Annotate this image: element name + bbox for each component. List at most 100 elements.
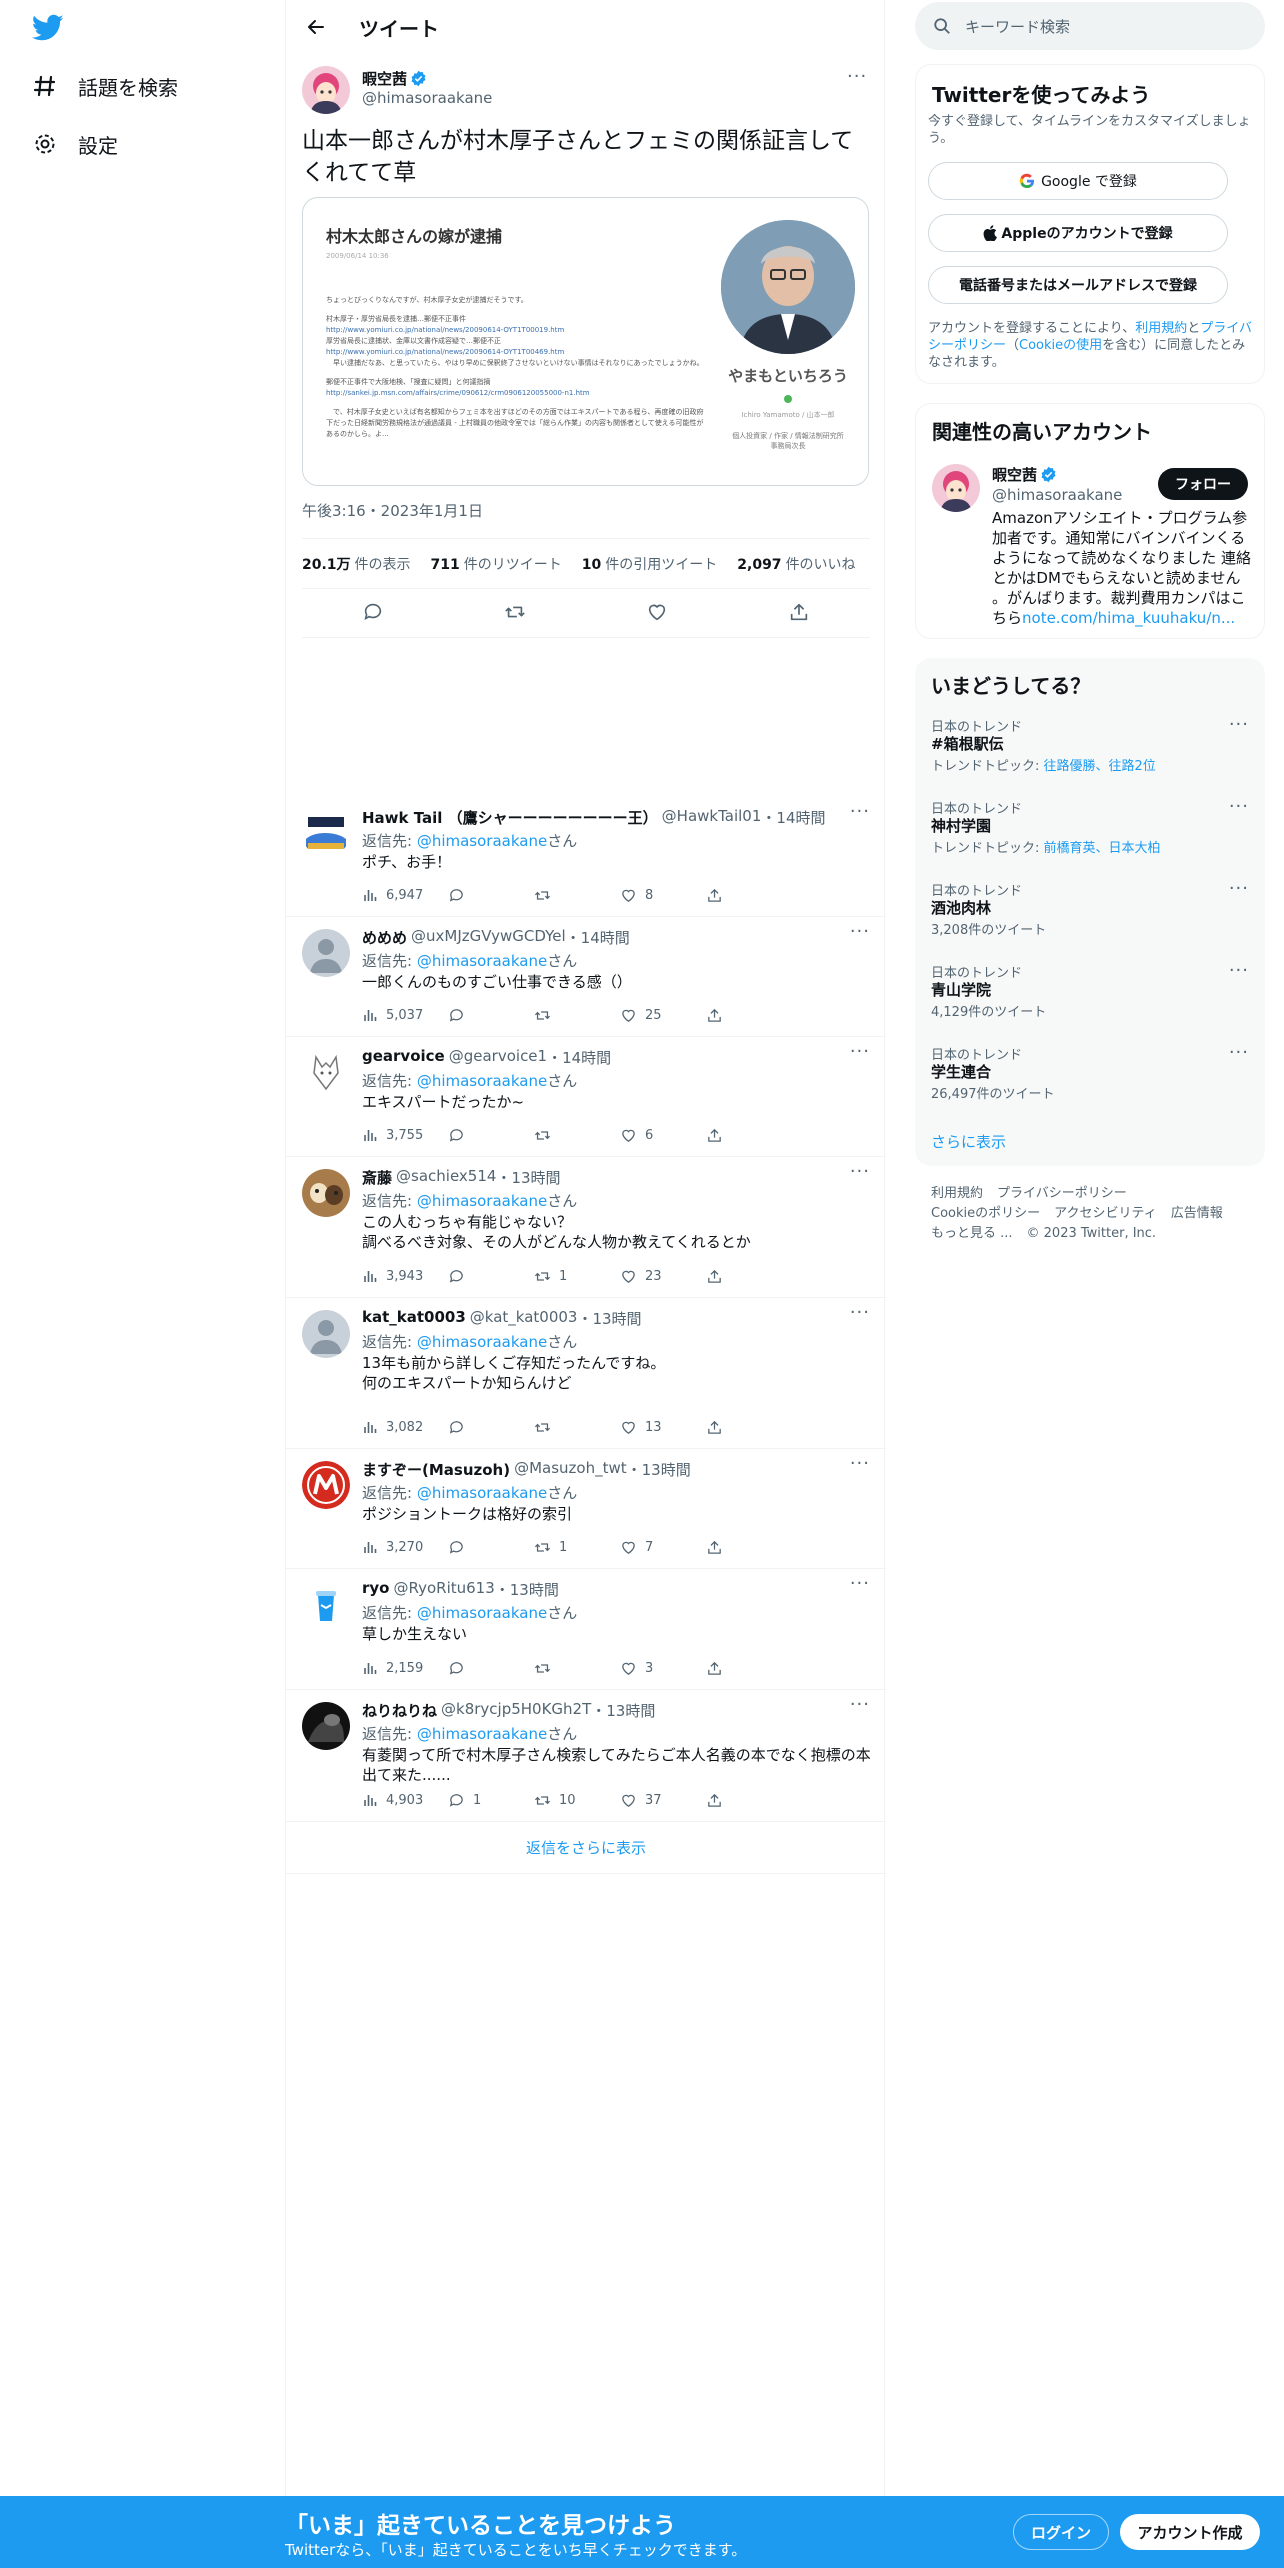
reply-button[interactable]	[448, 1266, 534, 1286]
like-button[interactable]: 8	[620, 885, 706, 905]
retweet-button[interactable]: 10	[534, 1790, 620, 1810]
share-button[interactable]	[706, 1417, 792, 1437]
views-button[interactable]: 3,943	[362, 1266, 448, 1286]
more-options-icon[interactable]: ···	[1229, 880, 1249, 898]
reply-avatar[interactable]	[302, 1702, 350, 1750]
more-options-icon[interactable]: ···	[850, 1043, 870, 1061]
share-button[interactable]	[706, 1790, 792, 1810]
reply-avatar[interactable]	[302, 809, 350, 857]
reply-button[interactable]	[448, 1125, 534, 1145]
author-avatar[interactable]	[302, 66, 350, 114]
reply-author-name[interactable]: ますぞー(Masuzoh)	[362, 1459, 510, 1480]
more-options-icon[interactable]: ···	[850, 803, 870, 821]
reply-tweet[interactable]: ryo @RyoRitu613 ・13時間 ··· 返信先: @himasoraakan…	[286, 1569, 886, 1690]
reply-time[interactable]: ・13時間	[591, 1700, 655, 1721]
trend-item[interactable]: 日本のトレンド 神村学園 トレンドトピック: 前橋育英、日本大柏 ···	[915, 798, 1265, 880]
reply-tweet[interactable]: ますぞー(Masuzoh) @Masuzoh_twt ・13時間 ··· 返信先: @h…	[286, 1449, 886, 1569]
reply-avatar[interactable]	[302, 1581, 350, 1629]
author-name[interactable]: 暇空茜	[362, 68, 427, 89]
reply-time[interactable]: ・13時間	[627, 1459, 691, 1480]
reply-time[interactable]: ・14時間	[547, 1047, 611, 1068]
retweet-button[interactable]	[534, 1125, 620, 1145]
share-button[interactable]	[706, 1537, 792, 1557]
reply-time[interactable]: ・13時間	[577, 1308, 641, 1329]
twitter-logo-icon[interactable]	[31, 14, 64, 42]
tweet-timestamp[interactable]: 午後3:16・2023年1月1日	[302, 500, 483, 521]
trend-item[interactable]: 日本のトレンド 青山学院 4,129件のツイート ···	[915, 962, 1265, 1044]
reply-author-handle[interactable]: @k8rycjp5H0KGh2T	[441, 1700, 591, 1721]
google-signup-button[interactable]: Google で登録	[928, 162, 1228, 200]
search-box[interactable]: キーワード検索	[915, 2, 1265, 50]
reply-tweet[interactable]: kat_kat0003 @kat_kat0003 ・13時間 ··· 返信先: @him…	[286, 1298, 886, 1449]
trend-topic-link[interactable]: 前橋育英、日本大柏	[1044, 841, 1161, 856]
reply-tweet[interactable]: Hawk Tail （鷹シャーーーーーーーー王） @HawkTail01 ・14時間…	[286, 797, 886, 917]
share-icon[interactable]	[788, 601, 810, 627]
share-button[interactable]	[706, 1125, 792, 1145]
reply-time[interactable]: ・13時間	[495, 1579, 559, 1600]
reply-author-name[interactable]: kat_kat0003	[362, 1308, 466, 1329]
footer-cookie[interactable]: Cookieのポリシー	[931, 1206, 1040, 1221]
retweet-button[interactable]	[534, 1005, 620, 1025]
more-options-icon[interactable]: ···	[850, 1696, 870, 1714]
more-options-icon[interactable]: ···	[850, 923, 870, 941]
trend-item[interactable]: 日本のトレンド 学生連合 26,497件のツイート ···	[915, 1044, 1265, 1126]
related-avatar[interactable]	[932, 464, 980, 512]
reply-button[interactable]	[448, 1537, 534, 1557]
like-button[interactable]: 25	[620, 1005, 706, 1025]
views-button[interactable]: 3,755	[362, 1125, 448, 1145]
show-more-replies-button[interactable]: 返信をさらに表示	[286, 1822, 886, 1874]
reply-to-mention[interactable]: @himasoraakane	[417, 832, 547, 850]
reply-author-handle[interactable]: @gearvoice1	[449, 1047, 547, 1068]
more-options-icon[interactable]: ···	[850, 1575, 870, 1593]
share-button[interactable]	[706, 885, 792, 905]
reply-button[interactable]	[448, 885, 534, 905]
reply-tweet[interactable]: gearvoice @gearvoice1 ・14時間 ··· 返信先: @himaso…	[286, 1037, 886, 1157]
reply-button[interactable]	[448, 1005, 534, 1025]
reply-tweet[interactable]: めめめ @uxMJzGVywGCDYel ・14時間 ··· 返信先: @himasor…	[286, 917, 886, 1037]
reply-button[interactable]	[448, 1417, 534, 1437]
reply-author-handle[interactable]: @kat_kat0003	[470, 1308, 578, 1329]
retweet-button[interactable]	[534, 1417, 620, 1437]
back-arrow-icon[interactable]	[300, 12, 332, 42]
reply-author-name[interactable]: Hawk Tail （鷹シャーーーーーーーー王）	[362, 807, 658, 828]
retweets-stat[interactable]: 711 件のリツイート	[431, 554, 562, 574]
reply-author-handle[interactable]: @sachiex514	[396, 1167, 496, 1188]
share-button[interactable]	[706, 1266, 792, 1286]
signup-button[interactable]: アカウント作成	[1120, 2514, 1260, 2550]
like-button[interactable]: 13	[620, 1417, 706, 1437]
share-button[interactable]	[706, 1005, 792, 1025]
reply-to-mention[interactable]: @himasoraakane	[417, 1604, 547, 1622]
reply-to-mention[interactable]: @himasoraakane	[417, 1484, 547, 1502]
trend-item[interactable]: 日本のトレンド #箱根駅伝 トレンドトピック: 往路優勝、往路2位 ···	[915, 716, 1265, 798]
footer-more[interactable]: もっと見る ...	[931, 1226, 1013, 1241]
reply-avatar[interactable]	[302, 1169, 350, 1217]
more-options-icon[interactable]: ···	[1229, 962, 1249, 980]
reply-avatar[interactable]	[302, 1049, 350, 1097]
like-button[interactable]: 6	[620, 1125, 706, 1145]
reply-time[interactable]: ・14時間	[566, 927, 630, 948]
reply-to-mention[interactable]: @himasoraakane	[417, 952, 547, 970]
reply-author-name[interactable]: 斎藤	[362, 1167, 392, 1188]
like-button[interactable]: 7	[620, 1537, 706, 1557]
views-button[interactable]: 6,947	[362, 885, 448, 905]
more-options-icon[interactable]: ···	[1229, 716, 1249, 734]
footer-terms[interactable]: 利用規約	[931, 1186, 983, 1201]
related-handle[interactable]: @himasoraakane	[992, 486, 1122, 504]
reply-author-handle[interactable]: @uxMJzGVywGCDYel	[411, 927, 566, 948]
reply-time[interactable]: ・13時間	[496, 1167, 560, 1188]
more-options-icon[interactable]: ···	[847, 68, 867, 86]
views-button[interactable]: 3,082	[362, 1417, 448, 1437]
apple-signup-button[interactable]: Appleのアカウントで登録	[928, 214, 1228, 252]
reply-author-handle[interactable]: @Masuzoh_twt	[514, 1459, 627, 1480]
related-name[interactable]: 暇空茜	[992, 464, 1057, 485]
retweet-button[interactable]: 1	[534, 1266, 620, 1286]
likes-stat[interactable]: 2,097 件のいいね	[737, 554, 855, 574]
cookie-link[interactable]: Cookieの使用	[1019, 338, 1102, 353]
follow-button[interactable]: フォロー	[1158, 468, 1248, 500]
reply-to-mention[interactable]: @himasoraakane	[417, 1192, 547, 1210]
phone-signup-button[interactable]: 電話番号またはメールアドレスで登録	[928, 266, 1228, 304]
views-button[interactable]: 2,159	[362, 1658, 448, 1678]
more-options-icon[interactable]: ···	[850, 1163, 870, 1181]
nav-settings[interactable]: 設定	[32, 124, 118, 164]
footer-accessibility[interactable]: アクセシビリティ	[1054, 1206, 1157, 1221]
